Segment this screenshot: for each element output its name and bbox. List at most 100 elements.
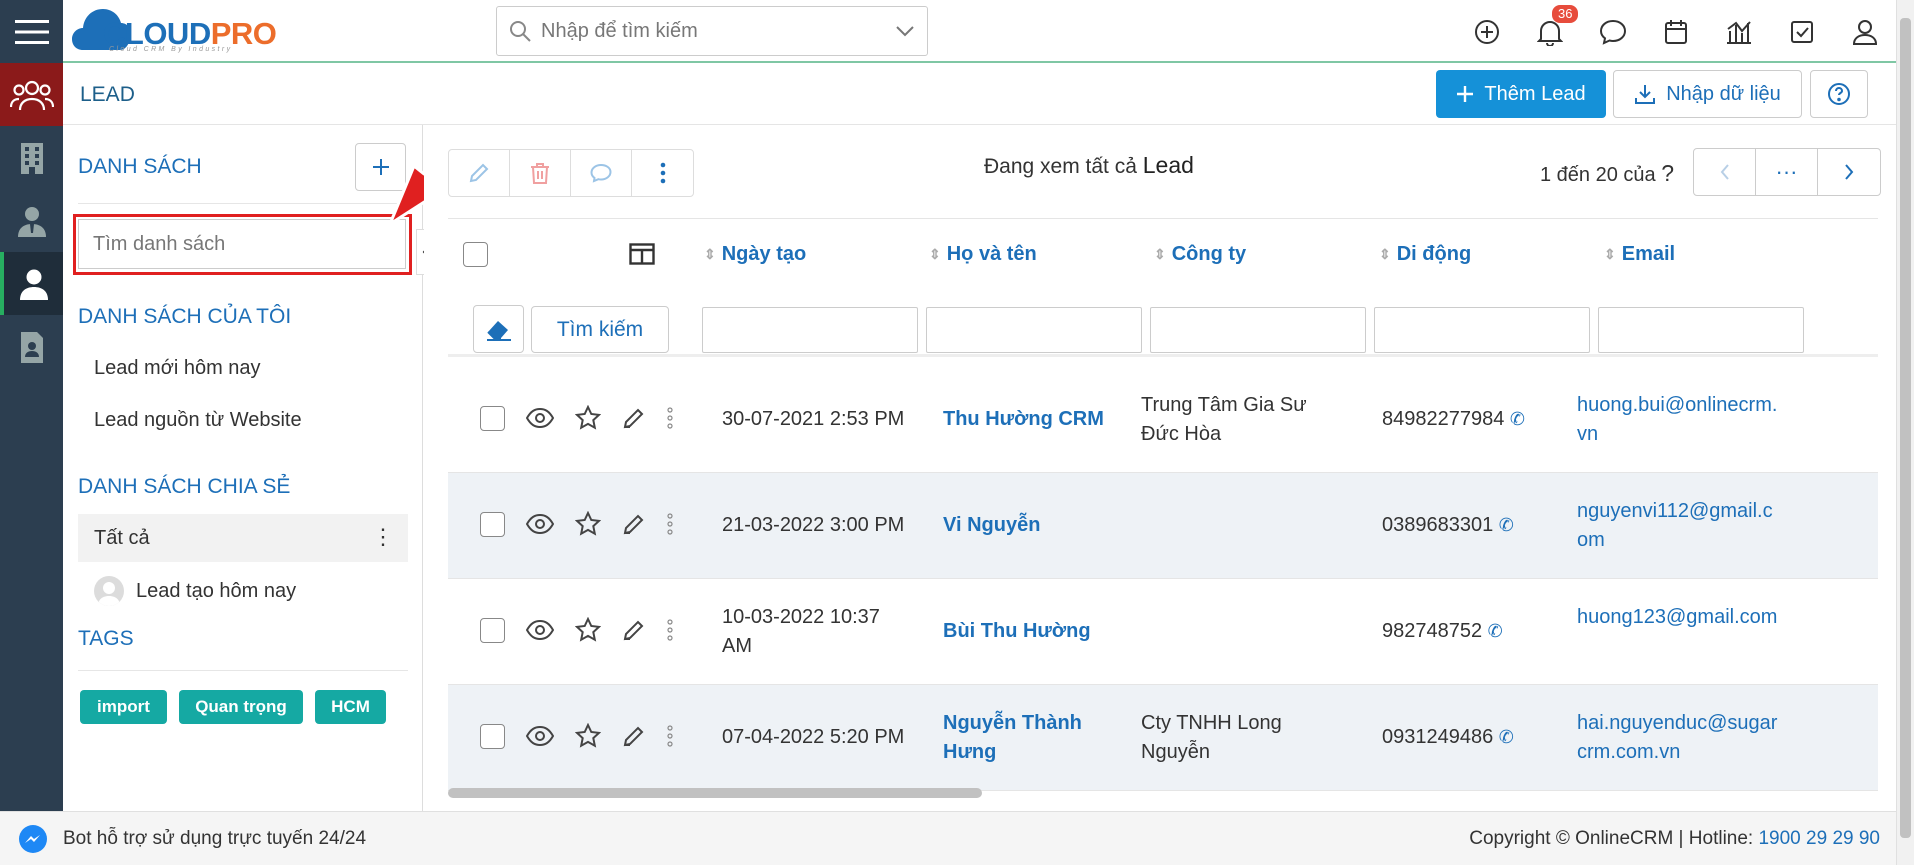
clear-filter-button[interactable] <box>473 305 524 353</box>
phone-icon[interactable]: ✆ <box>1510 409 1525 429</box>
cell-email[interactable]: huong123@gmail.com <box>1577 603 1778 632</box>
total-count-button[interactable]: ? <box>1661 160 1674 186</box>
divider <box>78 670 408 671</box>
notifications-button[interactable]: 36 <box>1518 0 1581 63</box>
tag-quan-trong[interactable]: Quan trọng <box>179 690 303 724</box>
rail-item-leads-list[interactable] <box>0 252 63 315</box>
search-button[interactable]: Tìm kiếm <box>531 306 669 353</box>
scrollbar-thumb[interactable] <box>448 788 982 798</box>
import-data-label: Nhập dữ liệu <box>1666 82 1781 105</box>
table-row[interactable]: 07-04-2022 5:20 PM Nguyễn Thành Hưng Cty… <box>448 685 1878 791</box>
edit-icon[interactable] <box>622 512 646 536</box>
tasks-button[interactable] <box>1770 0 1833 63</box>
messenger-icon[interactable] <box>18 824 48 854</box>
table-row[interactable]: 21-03-2022 3:00 PM Vi Nguyễn 0389683301 … <box>448 473 1878 579</box>
cell-name[interactable]: Vi Nguyễn <box>943 511 1153 540</box>
tag-import[interactable]: import <box>80 690 167 724</box>
eye-icon[interactable] <box>526 620 554 640</box>
star-icon[interactable] <box>575 511 601 537</box>
next-page-button[interactable] <box>1818 149 1880 195</box>
table-row[interactable]: 10-03-2022 10:37 AM Bùi Thu Hường 982748… <box>448 579 1878 685</box>
list-item-my-1[interactable]: Lead nguồn từ Website <box>78 396 408 444</box>
cell-email[interactable]: hai.nguyenduc@sugarcrm.com.vn <box>1577 709 1778 767</box>
vertical-dots-icon[interactable] <box>667 407 673 429</box>
rail-item-contacts[interactable] <box>0 189 63 252</box>
help-button[interactable] <box>1810 70 1868 118</box>
eye-icon[interactable] <box>526 408 554 428</box>
list-item-all[interactable]: Tất cả ⋮ <box>78 514 408 562</box>
prev-page-button[interactable] <box>1694 149 1756 195</box>
row-checkbox[interactable] <box>480 617 505 643</box>
reports-button[interactable] <box>1707 0 1770 63</box>
chat-button[interactable] <box>1581 0 1644 63</box>
row-checkbox[interactable] <box>480 405 505 431</box>
cell-email[interactable]: nguyenvi112@gmail.com <box>1577 497 1778 555</box>
bot-support-text: Bot hỗ trợ sử dụng trực tuyến 24/24 <box>63 827 367 849</box>
cell-name[interactable]: Thu Hường CRM <box>943 405 1153 434</box>
download-icon <box>1635 85 1656 104</box>
filter-input-company[interactable] <box>1150 307 1366 353</box>
global-search[interactable] <box>496 6 928 56</box>
phone-icon[interactable]: ✆ <box>1488 621 1503 641</box>
page-jump-button[interactable]: ··· <box>1756 149 1818 195</box>
calendar-button[interactable] <box>1644 0 1707 63</box>
add-lead-button[interactable]: Thêm Lead <box>1436 70 1606 118</box>
bulk-delete-button[interactable] <box>510 150 571 196</box>
rail-item-documents[interactable] <box>0 315 63 378</box>
vertical-dots-icon[interactable] <box>667 619 673 641</box>
column-header-mobile[interactable]: ⇕ Di động <box>1379 219 1471 289</box>
add-lead-label: Thêm Lead <box>1484 82 1586 105</box>
profile-button[interactable] <box>1833 0 1896 63</box>
tag-hcm[interactable]: HCM <box>315 690 386 724</box>
vertical-dots-icon[interactable] <box>667 725 673 747</box>
eye-icon[interactable] <box>526 514 554 534</box>
list-item-shared-today[interactable]: Lead tạo hôm nay <box>78 567 408 615</box>
more-actions-button[interactable] <box>632 150 693 196</box>
bulk-comment-button[interactable] <box>571 150 632 196</box>
global-search-input[interactable] <box>541 19 895 43</box>
lists-title: DANH SÁCH <box>78 155 202 178</box>
cell-name[interactable]: Nguyễn Thành Hưng <box>943 709 1123 767</box>
scrollbar-thumb[interactable] <box>1900 18 1911 838</box>
eye-icon[interactable] <box>526 726 554 746</box>
import-data-button[interactable]: Nhập dữ liệu <box>1613 70 1802 118</box>
plus-icon <box>1457 86 1474 102</box>
filter-input-date[interactable] <box>702 307 918 353</box>
edit-icon[interactable] <box>622 618 646 642</box>
quick-create-button[interactable] <box>1455 0 1518 63</box>
edit-icon[interactable] <box>622 406 646 430</box>
table-row[interactable]: 30-07-2021 2:53 PM Thu Hường CRM Trung T… <box>448 367 1878 473</box>
column-header-email[interactable]: ⇕ Email <box>1604 219 1675 289</box>
column-header-date[interactable]: ⇕ Ngày tạo <box>704 219 806 289</box>
filter-input-name[interactable] <box>926 307 1142 353</box>
row-checkbox[interactable] <box>480 723 505 749</box>
filter-input-email[interactable] <box>1598 307 1804 353</box>
column-header-name[interactable]: ⇕ Họ và tên <box>929 219 1037 289</box>
horizontal-scrollbar[interactable] <box>448 785 1878 799</box>
cloudpro-logo[interactable]: CLOUDPRO Cloud CRM By Industry <box>71 4 301 58</box>
column-header-company[interactable]: ⇕ Công ty <box>1154 219 1246 289</box>
select-all-checkbox[interactable] <box>463 219 488 289</box>
vertical-scrollbar[interactable] <box>1896 0 1914 865</box>
phone-icon[interactable]: ✆ <box>1499 515 1514 535</box>
bulk-edit-button[interactable] <box>449 150 510 196</box>
cell-name[interactable]: Bùi Thu Hường <box>943 617 1153 646</box>
hotline-link[interactable]: 1900 29 29 90 <box>1758 828 1880 849</box>
rail-item-leads[interactable] <box>0 63 63 126</box>
vertical-dots-icon[interactable] <box>667 513 673 535</box>
filter-input-mobile[interactable] <box>1374 307 1590 353</box>
column-layout-button[interactable] <box>629 219 655 289</box>
list-item-my-0[interactable]: Lead mới hôm nay <box>78 344 408 392</box>
cell-email[interactable]: huong.bui@onlinecrm.vn <box>1577 391 1778 449</box>
star-icon[interactable] <box>575 723 601 749</box>
star-icon[interactable] <box>575 405 601 431</box>
star-icon[interactable] <box>575 617 601 643</box>
pencil-icon <box>469 163 489 183</box>
edit-icon[interactable] <box>622 724 646 748</box>
more-options-icon[interactable]: ⋮ <box>372 524 394 550</box>
menu-button[interactable] <box>0 0 63 63</box>
phone-icon[interactable]: ✆ <box>1499 727 1514 747</box>
chevron-down-icon[interactable] <box>895 25 915 37</box>
rail-item-accounts[interactable] <box>0 126 63 189</box>
row-checkbox[interactable] <box>480 511 505 537</box>
